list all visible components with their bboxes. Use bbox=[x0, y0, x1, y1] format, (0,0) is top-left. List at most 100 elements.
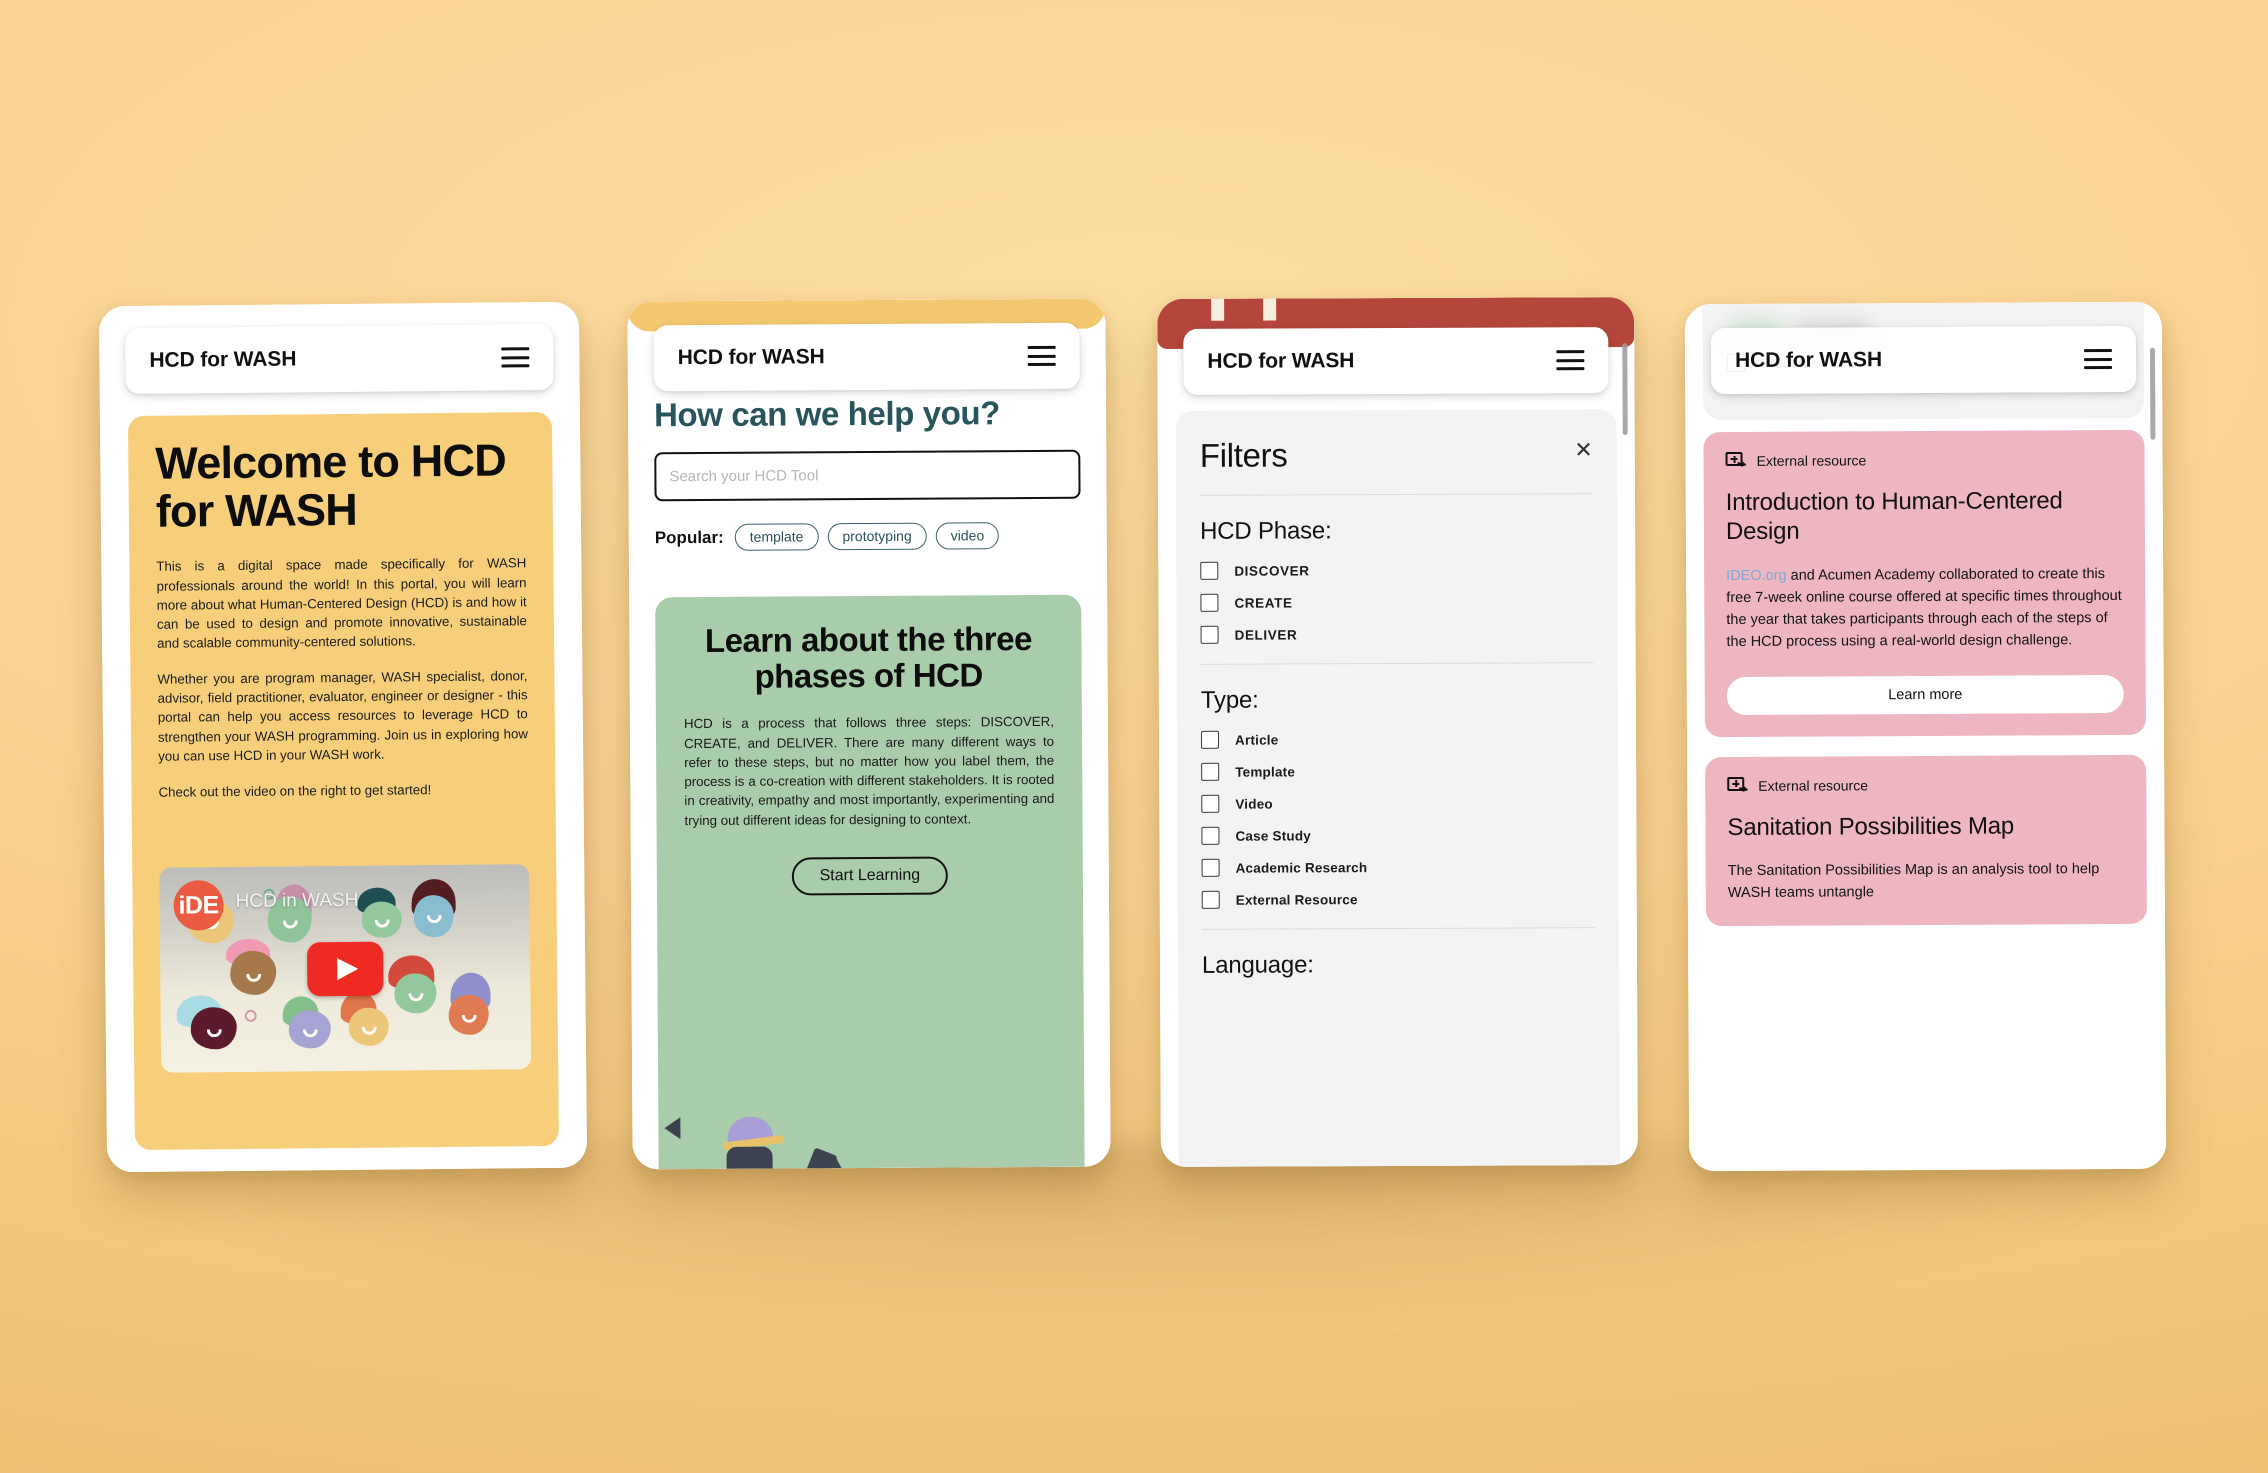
resource-badge: External resource bbox=[1725, 450, 2123, 470]
tag-template[interactable]: template bbox=[734, 523, 819, 552]
video-title: HCD in WASH bbox=[235, 889, 359, 913]
filter-group-label: Type: bbox=[1200, 686, 1259, 714]
checkbox-icon[interactable] bbox=[1201, 858, 1220, 877]
face-shape bbox=[361, 901, 402, 938]
phone-3-filters: HCD for WASH Filters ✕ HCD Phase: DISCOV… bbox=[1157, 296, 1638, 1168]
video-thumbnail[interactable]: iDE HCD in WASH bbox=[159, 864, 532, 1073]
face-shape bbox=[448, 994, 489, 1035]
resource-list: External resource Introduction to Human-… bbox=[1703, 429, 2148, 1171]
filters-title: Filters bbox=[1199, 436, 1288, 474]
phases-card: Learn about the three phases of HCD HCD … bbox=[655, 594, 1085, 1170]
checkbox-external-resource[interactable]: External Resource bbox=[1201, 889, 1595, 909]
checkbox-discover[interactable]: DISCOVER bbox=[1200, 560, 1593, 580]
checkbox-label: Video bbox=[1235, 796, 1273, 812]
checkbox-label: CREATE bbox=[1234, 594, 1293, 611]
external-resource-icon bbox=[1725, 451, 1747, 470]
external-resource-icon bbox=[1727, 776, 1748, 795]
app-title: HCD for WASH bbox=[149, 347, 297, 372]
learn-more-button[interactable]: Learn more bbox=[1726, 674, 2124, 715]
welcome-paragraph-2: Whether you are program manager, WASH sp… bbox=[157, 668, 529, 764]
checkbox-label: Article bbox=[1234, 732, 1279, 748]
divider bbox=[1201, 927, 1595, 930]
face-shape bbox=[394, 973, 437, 1014]
phone-3-screen: HCD for WASH Filters ✕ HCD Phase: DISCOV… bbox=[1157, 296, 1638, 1168]
checkbox-icon[interactable] bbox=[1201, 762, 1220, 781]
phone-mockup-stage: HCD for WASH Welcome to HCD for WASH Thi… bbox=[0, 0, 2268, 1473]
popular-tags-row: Popular: template prototyping video bbox=[655, 522, 1081, 552]
app-bar: HCD for WASH bbox=[1183, 327, 1609, 395]
resource-badge-label: External resource bbox=[1756, 452, 1867, 469]
hamburger-menu-icon[interactable] bbox=[501, 347, 530, 368]
filter-group-label: Language: bbox=[1201, 951, 1314, 979]
filter-group-type: Type: Article Template Video Case Study … bbox=[1201, 685, 1595, 909]
checkbox-article[interactable]: Article bbox=[1200, 729, 1594, 749]
vertical-scrollbar[interactable] bbox=[2149, 347, 2156, 440]
triangle-decoration bbox=[664, 1117, 681, 1140]
start-learning-button[interactable]: Start Learning bbox=[791, 856, 949, 896]
app-bar: HCD for WASH bbox=[653, 322, 1080, 392]
ideo-link[interactable]: IDEO.org bbox=[1726, 567, 1787, 583]
phone-4-screen: Language: French HCD for WASH bbox=[1684, 301, 2167, 1172]
phone-1-screen: HCD for WASH Welcome to HCD for WASH Thi… bbox=[98, 301, 588, 1173]
phases-card-body: HCD is a process that follows three step… bbox=[683, 714, 1055, 828]
face-shape bbox=[190, 1007, 237, 1050]
checkbox-label: DELIVER bbox=[1234, 626, 1298, 643]
checkbox-create[interactable]: CREATE bbox=[1200, 592, 1593, 612]
page-title: How can we help you? bbox=[653, 394, 1001, 434]
tag-video[interactable]: video bbox=[935, 522, 1000, 550]
face-shape bbox=[288, 1010, 331, 1049]
checkbox-icon[interactable] bbox=[1201, 890, 1220, 909]
resource-title: Sanitation Possibilities Map bbox=[1727, 812, 2015, 841]
resource-title: Introduction to Human-Centered Design bbox=[1725, 487, 2063, 546]
checkbox-case-study[interactable]: Case Study bbox=[1201, 825, 1594, 845]
page-title: Welcome to HCD for WASH bbox=[155, 434, 507, 537]
face-shape bbox=[413, 894, 454, 938]
filters-header: Filters ✕ bbox=[1200, 435, 1593, 475]
hamburger-menu-icon[interactable] bbox=[2083, 349, 2113, 370]
hamburger-menu-icon[interactable] bbox=[1027, 345, 1056, 367]
resource-card[interactable]: External resource Introduction to Human-… bbox=[1703, 429, 2146, 737]
app-title: HCD for WASH bbox=[677, 345, 825, 370]
filter-group-hcd-phase: HCD Phase: DISCOVER CREATE DELIVER bbox=[1200, 516, 1594, 644]
phone-1-welcome: HCD for WASH Welcome to HCD for WASH Thi… bbox=[98, 301, 588, 1173]
welcome-paragraph-1: This is a digital space made specificall… bbox=[156, 555, 527, 651]
checkbox-icon[interactable] bbox=[1200, 625, 1219, 644]
vertical-scrollbar[interactable] bbox=[1622, 342, 1628, 436]
app-title: HCD for WASH bbox=[1207, 349, 1355, 373]
ide-logo: iDE bbox=[173, 880, 224, 931]
resource-card[interactable]: External resource Sanitation Possibiliti… bbox=[1705, 754, 2147, 927]
checkbox-icon[interactable] bbox=[1201, 826, 1220, 845]
app-bar: HCD for WASH bbox=[125, 323, 554, 395]
checkbox-icon[interactable] bbox=[1200, 561, 1219, 580]
checkbox-video[interactable]: Video bbox=[1201, 793, 1594, 813]
app-title: HCD for WASH bbox=[1734, 348, 1883, 372]
close-icon[interactable]: ✕ bbox=[1574, 437, 1593, 462]
person-illustration bbox=[720, 1116, 785, 1170]
phases-card-title: Learn about the three phases of HCD bbox=[704, 620, 1032, 695]
resource-description: IDEO.org and Acumen Academy collaborated… bbox=[1726, 562, 2123, 652]
resource-badge-label: External resource bbox=[1758, 776, 1869, 794]
ring-decoration bbox=[244, 1009, 257, 1022]
welcome-hero-card: Welcome to HCD for WASH This is a digita… bbox=[127, 411, 559, 1151]
app-bar: HCD for WASH bbox=[1710, 325, 2137, 395]
checkbox-icon[interactable] bbox=[1201, 794, 1220, 813]
checkbox-academic-research[interactable]: Academic Research bbox=[1201, 857, 1595, 877]
search-input[interactable] bbox=[654, 450, 1081, 502]
resource-description: The Sanitation Possibilities Map is an a… bbox=[1727, 861, 2100, 901]
hamburger-menu-icon[interactable] bbox=[1556, 350, 1585, 371]
face-shape bbox=[348, 1007, 389, 1046]
checkbox-deliver[interactable]: DELIVER bbox=[1200, 624, 1594, 644]
divider bbox=[1199, 493, 1593, 496]
divider bbox=[1200, 662, 1594, 665]
checkbox-icon[interactable] bbox=[1200, 593, 1219, 612]
filter-group-label: HCD Phase: bbox=[1200, 517, 1332, 545]
checkbox-template[interactable]: Template bbox=[1201, 761, 1594, 781]
checkbox-label: Academic Research bbox=[1235, 859, 1368, 876]
checkbox-label: External Resource bbox=[1235, 891, 1358, 908]
youtube-play-icon[interactable] bbox=[306, 941, 384, 996]
tag-prototyping[interactable]: prototyping bbox=[827, 522, 927, 551]
resource-badge: External resource bbox=[1727, 775, 2124, 795]
phone-4-resources: Language: French HCD for WASH bbox=[1684, 301, 2167, 1172]
checkbox-label: Template bbox=[1235, 763, 1296, 780]
checkbox-icon[interactable] bbox=[1200, 730, 1220, 749]
